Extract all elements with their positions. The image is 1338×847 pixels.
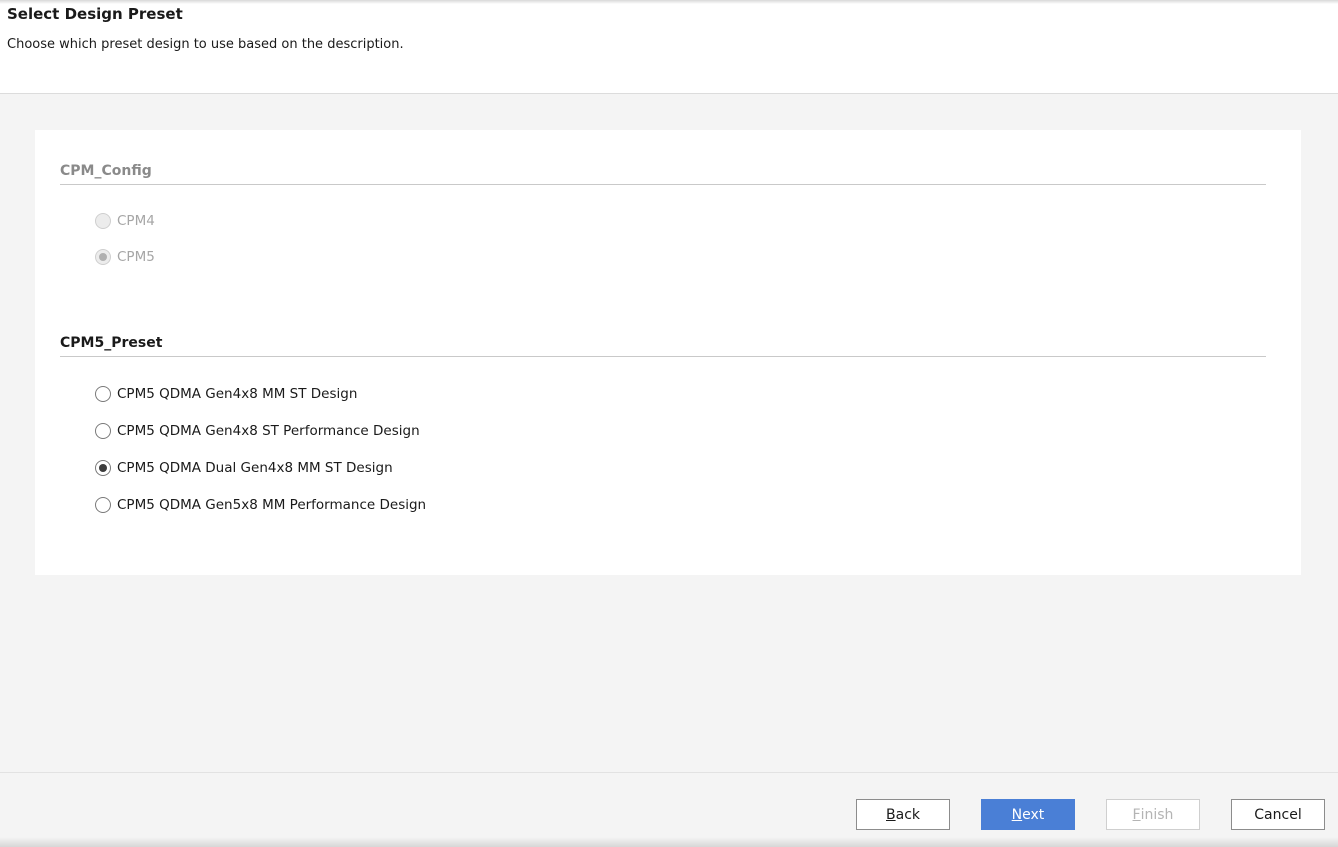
finish-button: Finish — [1106, 799, 1200, 830]
cpm5-preset-title: CPM5_Preset — [60, 335, 163, 351]
radio-gen4x8-mm-st[interactable]: CPM5 QDMA Gen4x8 MM ST Design — [95, 384, 357, 404]
cpm-config-title: CPM_Config — [60, 163, 152, 179]
next-mnemonic: N — [1011, 806, 1023, 823]
radio-checked-icon — [95, 249, 111, 265]
finish-mnemonic: F — [1132, 806, 1141, 823]
options-panel: CPM_Config CPM4 CPM5 CPM5_Preset CPM5 QD… — [35, 130, 1301, 575]
radio-label: CPM5 QDMA Gen4x8 ST Performance Design — [117, 423, 420, 439]
cancel-button[interactable]: Cancel — [1231, 799, 1325, 830]
page-description: Choose which preset design to use based … — [7, 37, 404, 52]
back-mnemonic: B — [886, 806, 896, 823]
radio-label: CPM5 QDMA Dual Gen4x8 MM ST Design — [117, 460, 393, 476]
cpm-config-divider — [60, 184, 1266, 185]
radio-checked-icon[interactable] — [95, 460, 111, 476]
wizard-content: CPM_Config CPM4 CPM5 CPM5_Preset CPM5 QD… — [0, 95, 1338, 772]
back-label: ack — [895, 806, 920, 823]
finish-label: inish — [1140, 806, 1174, 823]
radio-label: CPM5 QDMA Gen4x8 MM ST Design — [117, 386, 358, 402]
cpm5-preset-divider — [60, 356, 1266, 357]
wizard-footer: Back Next Finish Cancel — [0, 772, 1338, 847]
radio-cpm5: CPM5 — [95, 247, 155, 267]
radio-gen5x8-mm-performance[interactable]: CPM5 QDMA Gen5x8 MM Performance Design — [95, 495, 426, 515]
radio-label: CPM4 — [117, 213, 155, 229]
radio-cpm4: CPM4 — [95, 211, 155, 231]
radio-dual-gen4x8-mm-st[interactable]: CPM5 QDMA Dual Gen4x8 MM ST Design — [95, 458, 393, 478]
back-button[interactable]: Back — [856, 799, 950, 830]
radio-label: CPM5 QDMA Gen5x8 MM Performance Design — [117, 497, 427, 513]
radio-gen4x8-st-performance[interactable]: CPM5 QDMA Gen4x8 ST Performance Design — [95, 421, 420, 441]
radio-unchecked-icon[interactable] — [95, 497, 111, 513]
radio-unchecked-icon[interactable] — [95, 386, 111, 402]
wizard-header: Select Design Preset Choose which preset… — [0, 0, 1338, 94]
radio-label: CPM5 — [117, 249, 155, 265]
next-label: ext — [1022, 806, 1045, 823]
page-title: Select Design Preset — [7, 5, 183, 23]
radio-unchecked-icon — [95, 213, 111, 229]
radio-unchecked-icon[interactable] — [95, 423, 111, 439]
next-button[interactable]: Next — [981, 799, 1075, 830]
